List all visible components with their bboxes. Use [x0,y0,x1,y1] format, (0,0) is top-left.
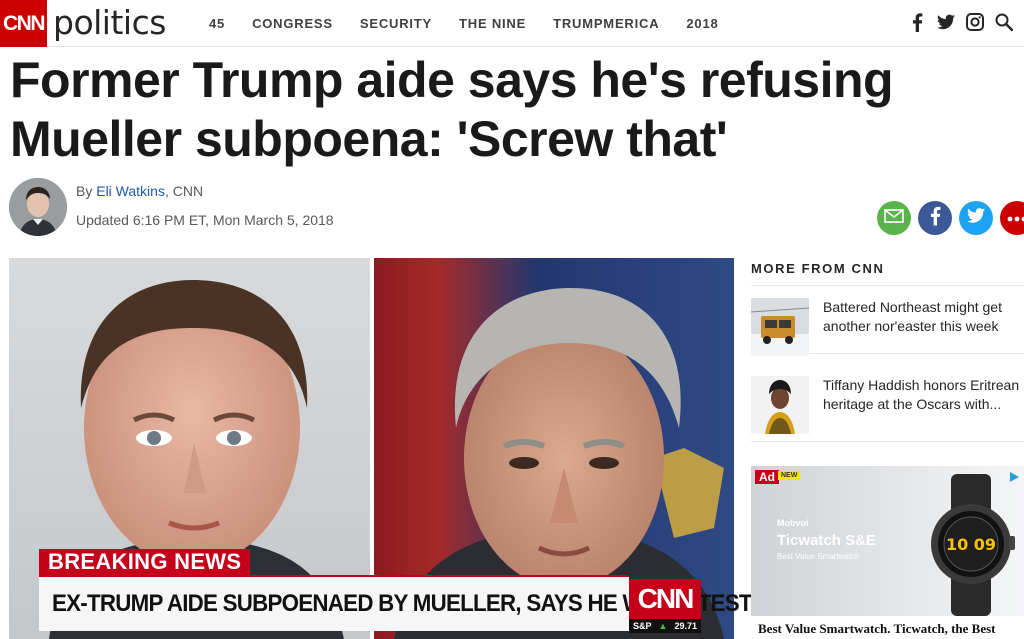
nav-link-security[interactable]: SECURITY [360,16,432,31]
author-avatar[interactable] [9,178,67,236]
ad-subtitle: Best Value Smartwatch [777,552,860,561]
ad-brand: Mobvoi [777,518,809,528]
breaking-news-graphic: BREAKING NEWS EX-TRUMP AIDE SUBPOENAED B… [39,549,785,639]
market-ticker: S&P ▲ 29.71 [629,619,701,633]
more-icon [1007,209,1024,227]
market-index-name: S&P [633,621,652,631]
email-icon [884,208,904,228]
nav-link-45[interactable]: 45 [209,16,225,31]
byline: By Eli Watkins, CNN [76,183,203,199]
nav-link-2018[interactable]: 2018 [686,16,718,31]
email-share-button[interactable] [877,201,911,235]
twitter-icon [967,208,985,228]
story-thumbnail[interactable] [751,376,809,434]
new-badge: NEW [778,471,801,480]
related-story[interactable]: Tiffany Haddish honors Eritrean heritage… [751,376,1024,442]
ad-label: Ad [755,470,779,484]
byline-suffix: , CNN [164,183,204,199]
top-nav: CNN politics 45 CONGRESS SECURITY THE NI… [0,0,1024,47]
author-link[interactable]: Eli Watkins [96,183,165,199]
story-headline[interactable]: Tiffany Haddish honors Eritrean heritage… [823,376,1023,414]
nav-link-congress[interactable]: CONGRESS [252,16,333,31]
nav-links: 45 CONGRESS SECURITY THE NINE TRUMPMERIC… [209,16,746,31]
cnn-logo[interactable]: CNN [0,0,47,47]
watch-face-time: 10 09 [946,535,996,554]
smartwatch-image: 10 09 [931,474,1015,616]
more-from-cnn-heading: MORE FROM CNN [751,261,885,276]
ad-title: Ticwatch S&E [777,532,876,549]
divider [751,285,1024,286]
facebook-icon [930,206,941,231]
facebook-share-button[interactable] [918,201,952,235]
share-buttons [877,201,1024,235]
nav-link-trumpmerica[interactable]: TRUMPMERICA [553,16,659,31]
twitter-icon[interactable] [937,12,955,32]
breaking-news-label: BREAKING NEWS [39,549,251,575]
nav-link-the-nine[interactable]: THE NINE [459,16,526,31]
market-index-value: 29.71 [674,621,697,631]
more-share-button[interactable] [1000,201,1024,235]
nav-social-icons [908,12,1024,32]
facebook-icon[interactable] [908,12,926,32]
section-name[interactable]: politics [53,3,166,42]
article-headline: Former Trump aide says he's refusing Mue… [10,52,894,167]
story-thumbnail[interactable] [751,298,809,356]
related-story[interactable]: Battered Northeast might get another nor… [751,288,1024,356]
advertisement[interactable]: Ad NEW Mobvoi Ticwatch S&E Best Value Sm… [751,466,1024,616]
ticker-bar: EX-TRUMP AIDE SUBPOENAED BY MUELLER, SAY… [39,575,785,631]
story-headline[interactable]: Battered Northeast might get another nor… [823,298,1023,336]
byline-prefix: By [76,183,97,199]
cnn-bug-logo: CNN [629,579,701,619]
up-arrow-icon: ▲ [658,621,668,631]
updated-timestamp: Updated 6:16 PM ET, Mon March 5, 2018 [76,212,334,228]
ad-caption[interactable]: Best Value Smartwatch. Ticwatch, the Bes… [758,621,996,637]
twitter-share-button[interactable] [959,201,993,235]
search-icon[interactable] [995,12,1013,32]
instagram-icon[interactable] [966,12,984,32]
